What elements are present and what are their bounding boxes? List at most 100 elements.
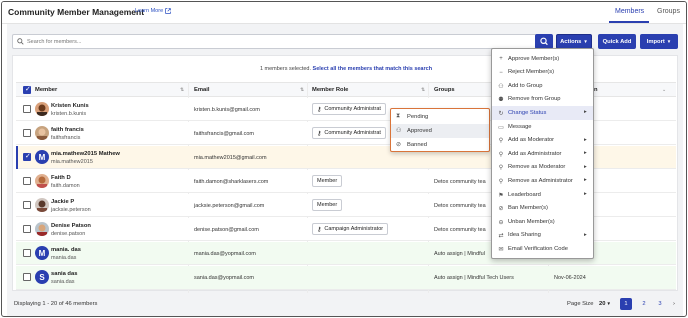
menu-item-label[interactable]: Remove as Moderator [508, 164, 565, 170]
page-size-label: Page Size [567, 301, 594, 307]
row-checkbox[interactable] [23, 273, 31, 281]
menu-item-label[interactable]: Remove from Group [508, 96, 561, 102]
menu-item-label[interactable]: Remove as Administrator [508, 178, 573, 184]
role-dropdown[interactable]: Member [312, 175, 343, 187]
unban-icon: ⊖ [498, 219, 504, 226]
learn-more-label[interactable]: Learn More [135, 8, 163, 14]
menu-item-remove-administrator[interactable]: ⚲ Remove as Administrator ▸ [492, 174, 593, 188]
tab-groups[interactable]: Groups [657, 8, 680, 15]
refresh-icon: ↻ [498, 110, 504, 117]
role-dropdown[interactable]: ⚷ Community Administrat [312, 127, 386, 139]
menu-item-label[interactable]: Leaderboard [508, 192, 541, 198]
menu-item-label[interactable]: Add as Administrator [508, 151, 562, 157]
actions-label[interactable]: Actions [560, 39, 581, 45]
page-size-value[interactable]: 20 [599, 301, 605, 307]
banned-icon: ⊘ [396, 142, 402, 148]
member-name[interactable]: mania. das [51, 247, 81, 253]
import-label[interactable]: Import [647, 39, 665, 45]
member-name[interactable]: Faith D [51, 175, 71, 181]
member-name[interactable]: mia.mathew2015 Mathew [51, 151, 120, 157]
menu-item-ban[interactable]: ⊘ Ban Member(s) [492, 202, 593, 216]
avatar: S [35, 270, 49, 284]
next-page-icon[interactable]: › [668, 298, 680, 310]
sort-icon[interactable]: ⇅ [180, 87, 184, 93]
page-button-2[interactable]: 2 [638, 298, 650, 310]
column-header-groups[interactable]: Groups [434, 87, 455, 93]
quick-add-button[interactable]: Quick Add [598, 34, 636, 49]
column-header-role[interactable]: Member Role [312, 87, 348, 93]
menu-item-approve[interactable]: + Approve Member(s) [492, 52, 593, 66]
sort-icon[interactable]: ⇅ [421, 87, 425, 93]
menu-item-add-to-group[interactable]: ⚇ Add to Group [492, 79, 593, 93]
menu-item-label[interactable]: Ban Member(s) [508, 205, 548, 211]
column-header-partial[interactable]: n [594, 87, 598, 93]
row-checkbox[interactable] [23, 225, 31, 233]
column-header-member[interactable]: Member [35, 87, 57, 93]
menu-item-message[interactable]: ▭ Message [492, 120, 593, 134]
role-dropdown[interactable]: ⚷ Community Administrat [312, 103, 386, 115]
row-checkbox[interactable] [23, 201, 31, 209]
table-footer: Displaying 1 - 20 of 46 members Page Siz… [12, 294, 678, 316]
menu-item-remove-moderator[interactable]: ⚲ Remove as Moderator ▸ [492, 161, 593, 175]
member-email: mania.das@yopmail.com [194, 251, 256, 257]
menu-item-label[interactable]: Add to Group [508, 83, 542, 89]
menu-item-label[interactable]: Idea Sharing [508, 232, 541, 238]
role-label: Member [317, 178, 338, 184]
search-bar[interactable] [12, 34, 552, 49]
menu-item-label[interactable]: Add as Moderator [508, 137, 554, 143]
member-name[interactable]: Denise Patson [51, 223, 91, 229]
chevron-right-icon: ▸ [584, 191, 587, 197]
status-option-label[interactable]: Banned [407, 142, 427, 148]
menu-item-idea-sharing[interactable]: ⇄ Idea Sharing ▸ [492, 229, 593, 243]
status-option-banned[interactable]: ⊘ Banned [391, 138, 489, 152]
column-header-email[interactable]: Email [194, 87, 209, 93]
member-username: faithsfrancis [51, 135, 81, 141]
status-option-approved[interactable]: ⚇ Approved [391, 124, 489, 138]
menu-item-label[interactable]: Reject Member(s) [508, 69, 554, 75]
selection-count: 1 members selected. [259, 66, 311, 72]
row-checkbox[interactable] [23, 177, 31, 185]
menu-item-label[interactable]: Change Status [508, 110, 546, 116]
select-all-checkbox[interactable] [23, 85, 31, 94]
import-button[interactable]: Import ▼ [640, 34, 678, 49]
tab-members[interactable]: Members [615, 8, 644, 15]
status-option-label[interactable]: Pending [407, 114, 428, 120]
member-name[interactable]: sania das [51, 271, 77, 277]
row-checkbox[interactable] [23, 152, 31, 161]
table-row[interactable]: S sania das sania.das sania.das@yopmail.… [16, 266, 676, 290]
role-dropdown[interactable]: ⚷ Campaign Administrator [312, 223, 389, 235]
menu-item-email-verification[interactable]: ✉ Email Verification Code [492, 242, 593, 256]
search-button[interactable] [535, 34, 553, 49]
menu-item-add-moderator[interactable]: ⚲ Add as Moderator ▸ [492, 134, 593, 148]
actions-button[interactable]: Actions ▼ [556, 34, 592, 49]
sort-icon[interactable]: ⇅ [300, 87, 304, 93]
learn-more-link[interactable]: Learn More [135, 8, 171, 14]
menu-item-label[interactable]: Message [508, 124, 532, 130]
role-label: Community Administrat [324, 130, 381, 136]
menu-item-label[interactable]: Email Verification Code [508, 246, 568, 252]
row-checkbox[interactable] [23, 105, 31, 113]
menu-item-leaderboard[interactable]: ⚑ Leaderboard ▸ [492, 188, 593, 202]
page-button-3[interactable]: 3 [654, 298, 666, 310]
select-all-link[interactable]: Select all the members that match this s… [313, 66, 433, 72]
menu-item-label[interactable]: Unban Member(s) [508, 219, 555, 225]
member-name[interactable]: Kristen Kunis [51, 103, 89, 109]
member-name[interactable]: Jackie P [51, 199, 74, 205]
status-option-label[interactable]: Approved [407, 128, 432, 134]
chevron-down-icon[interactable]: ⌄ [662, 87, 666, 93]
page-size-select[interactable]: 20▼ [599, 301, 611, 307]
menu-item-add-administrator[interactable]: ⚲ Add as Administrator ▸ [492, 147, 593, 161]
menu-item-unban[interactable]: ⊖ Unban Member(s) [492, 215, 593, 229]
approved-icon: ⚇ [396, 128, 402, 134]
menu-item-reject[interactable]: − Reject Member(s) [492, 66, 593, 80]
menu-item-remove-from-group[interactable]: ⚉ Remove from Group [492, 93, 593, 107]
page-button-1[interactable]: 1 [620, 298, 632, 310]
search-input[interactable] [27, 36, 527, 47]
status-option-pending[interactable]: ⧗ Pending [391, 110, 489, 124]
row-checkbox[interactable] [23, 129, 31, 137]
row-checkbox[interactable] [23, 249, 31, 257]
role-dropdown[interactable]: Member [312, 199, 343, 211]
member-name[interactable]: faith francis [51, 127, 84, 133]
menu-item-label[interactable]: Approve Member(s) [508, 56, 559, 62]
menu-item-change-status[interactable]: ↻ Change Status ▸ [492, 106, 593, 120]
